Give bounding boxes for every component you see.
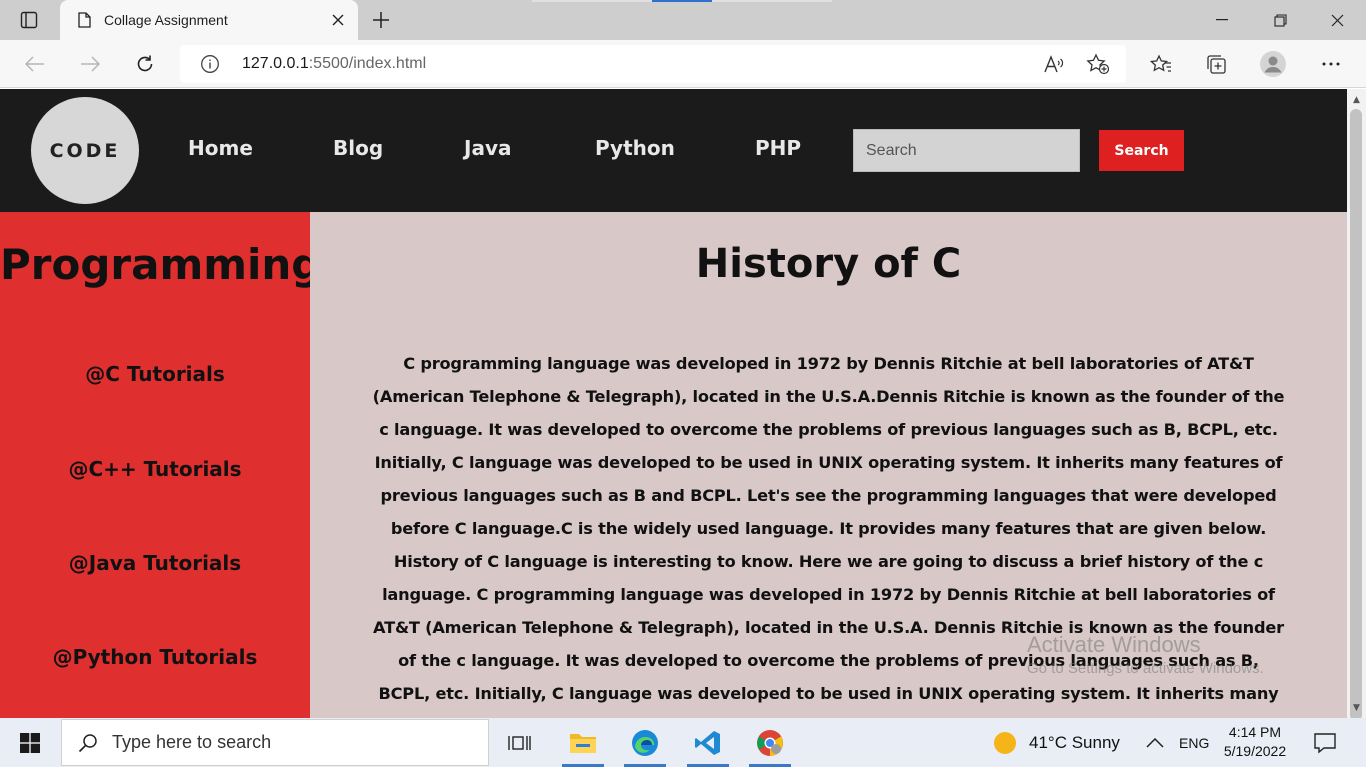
task-view-icon[interactable] <box>495 718 545 767</box>
url-host: 127.0.0.1 <box>242 55 309 72</box>
window-close-icon[interactable] <box>1308 0 1366 40</box>
search-button[interactable]: Search <box>1099 130 1184 171</box>
taskbar: Type here to search 41°C Sunny ENG 4:14 … <box>0 718 1366 767</box>
tab-actions-icon[interactable] <box>0 0 58 40</box>
profile-avatar[interactable] <box>1255 46 1291 82</box>
chrome-icon[interactable] <box>745 718 795 767</box>
nav-home[interactable]: Home <box>188 136 253 160</box>
site-logo[interactable]: CODE <box>31 97 139 204</box>
site-header: CODE Home Blog Java Python PHP Search <box>0 89 1347 212</box>
search-input[interactable] <box>853 129 1080 172</box>
page-title: History of C <box>695 241 962 287</box>
sidebar-link-python[interactable]: @Python Tutorials <box>0 645 310 669</box>
clock-time: 4:14 PM <box>1228 724 1282 740</box>
taskbar-clock[interactable]: 4:14 PM 5/19/2022 <box>1214 723 1296 761</box>
tab-strip-divider <box>712 0 832 2</box>
scroll-up-icon[interactable]: ▲ <box>1347 92 1366 108</box>
scroll-down-icon[interactable]: ▼ <box>1347 700 1366 716</box>
notification-icon[interactable] <box>1313 718 1337 767</box>
collections-icon[interactable] <box>1198 46 1234 82</box>
sidebar: Programming @C Tutorials @C++ Tutorials … <box>0 212 322 718</box>
forward-icon[interactable] <box>72 46 108 82</box>
tab-title: Collage Assignment <box>104 12 228 28</box>
page-viewport: CODE Home Blog Java Python PHP Search Pr… <box>0 89 1347 718</box>
restore-icon[interactable] <box>1251 0 1309 40</box>
windows-start-icon[interactable] <box>0 718 60 767</box>
more-menu-icon[interactable] <box>1313 46 1349 82</box>
language-indicator[interactable]: ENG <box>1179 718 1209 767</box>
tab-strip-indicator <box>652 0 712 2</box>
add-favorite-icon[interactable] <box>1086 52 1110 76</box>
taskbar-search[interactable]: Type here to search <box>61 719 489 766</box>
sidebar-link-cpp[interactable]: @C++ Tutorials <box>0 457 310 481</box>
sun-icon <box>994 731 1016 754</box>
refresh-icon[interactable] <box>127 46 163 82</box>
browser-toolbar: 127.0.0.1:5500/index.html <box>0 40 1366 88</box>
watermark-subtitle: Go to Settings to activate Windows. <box>1027 660 1264 677</box>
nav-php[interactable]: PHP <box>755 136 801 160</box>
read-aloud-icon[interactable] <box>1042 52 1066 76</box>
browser-tab[interactable]: Collage Assignment <box>60 0 358 40</box>
nav-blog[interactable]: Blog <box>333 136 383 160</box>
minimize-icon[interactable] <box>1193 0 1251 40</box>
file-explorer-icon[interactable] <box>558 718 608 767</box>
scrollbar-thumb[interactable] <box>1350 109 1362 721</box>
nav-java[interactable]: Java <box>464 136 511 160</box>
tab-close-icon[interactable] <box>318 0 358 40</box>
watermark-title: Activate Windows <box>1027 632 1201 657</box>
vscode-icon[interactable] <box>683 718 733 767</box>
taskbar-search-placeholder: Type here to search <box>112 732 272 752</box>
activation-watermark: Activate Windows Go to Settings to activ… <box>1027 632 1264 677</box>
page-scrollbar[interactable]: ▲ ▼ <box>1347 89 1366 721</box>
back-icon[interactable] <box>17 46 53 82</box>
page-icon <box>76 11 92 29</box>
search-icon <box>78 733 98 753</box>
new-tab-icon[interactable] <box>363 0 399 40</box>
address-bar[interactable]: 127.0.0.1:5500/index.html <box>180 45 1126 83</box>
chevron-up-icon[interactable] <box>1146 718 1164 767</box>
sidebar-link-c[interactable]: @C Tutorials <box>0 362 310 386</box>
tab-strip-divider <box>532 0 652 2</box>
weather-text: 41°C Sunny <box>1029 732 1120 752</box>
url-text[interactable]: 127.0.0.1:5500/index.html <box>242 55 426 73</box>
favorites-icon[interactable] <box>1143 46 1179 82</box>
logo-text: CODE <box>49 139 121 162</box>
url-path: :5500/index.html <box>308 55 427 72</box>
sidebar-link-java[interactable]: @Java Tutorials <box>0 551 310 575</box>
nav-python[interactable]: Python <box>595 136 675 160</box>
browser-tab-strip: Collage Assignment <box>0 0 1366 40</box>
weather-widget[interactable]: 41°C Sunny <box>993 718 1120 767</box>
site-info-icon[interactable] <box>200 54 220 74</box>
edge-browser-icon[interactable] <box>620 718 670 767</box>
clock-date: 5/19/2022 <box>1223 743 1287 759</box>
sidebar-title: Programming <box>0 240 322 289</box>
